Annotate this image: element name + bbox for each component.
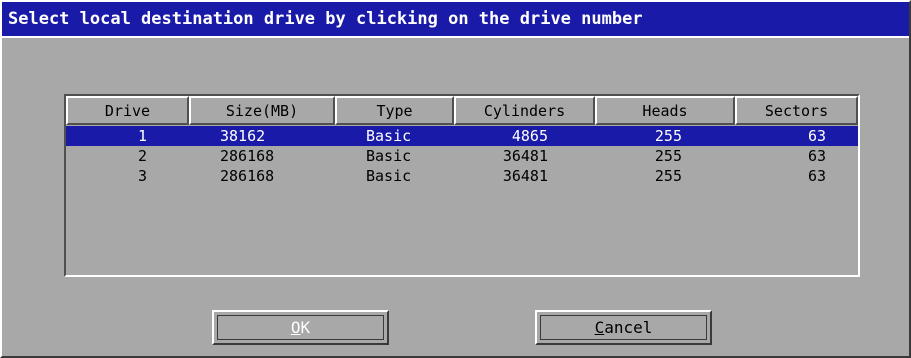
cell-cylinders: 36481 [502,167,548,185]
ok-button[interactable]: OK [212,310,389,345]
cell-sectors: 63 [807,147,826,165]
cell-heads: 255 [654,127,682,145]
ok-mnemonic: O [290,318,301,337]
cell-size: 286168 [220,147,275,165]
cancel-label-rest: ancel [604,318,653,337]
drive-table: Drive Size(MB) Type Cylinders Heads Sect… [64,94,860,277]
dialog-title: Select local destination drive by clicki… [2,2,909,38]
cell-type: Basic [366,127,412,145]
table-body: 1 38162 Basic 4865 255 63 2 286168 Basic… [66,126,858,186]
cell-heads: 255 [654,147,682,165]
ok-button-label: OK [291,318,310,337]
table-header: Drive Size(MB) Type Cylinders Heads Sect… [66,96,858,125]
cell-cylinders: 36481 [502,147,548,165]
column-header-heads[interactable]: Heads [595,96,735,125]
cell-drive[interactable]: 2 [138,146,147,166]
cancel-mnemonic: C [594,318,605,337]
table-row-drive-2[interactable]: 2 286168 Basic 36481 255 63 [66,146,858,166]
column-header-size[interactable]: Size(MB) [189,96,335,125]
cell-sectors: 63 [807,167,826,185]
cell-type: Basic [366,167,412,185]
cell-cylinders: 4865 [511,127,548,145]
cell-size: 38162 [220,127,266,145]
cancel-button[interactable]: Cancel [535,310,712,345]
cancel-button-label: Cancel [595,318,653,337]
column-header-cylinders[interactable]: Cylinders [454,96,595,125]
cell-drive[interactable]: 3 [138,166,147,186]
ok-label-rest: K [300,318,311,337]
cell-size: 286168 [220,167,275,185]
column-header-drive[interactable]: Drive [66,96,189,125]
select-drive-dialog: Select local destination drive by clicki… [0,0,911,358]
column-header-type[interactable]: Type [335,96,454,125]
table-row-drive-1[interactable]: 1 38162 Basic 4865 255 63 [66,126,858,146]
cell-sectors: 63 [807,127,826,145]
column-header-sectors[interactable]: Sectors [735,96,858,125]
table-row-drive-3[interactable]: 3 286168 Basic 36481 255 63 [66,166,858,186]
cell-drive[interactable]: 1 [138,126,147,146]
cell-heads: 255 [654,167,682,185]
cell-type: Basic [366,147,412,165]
